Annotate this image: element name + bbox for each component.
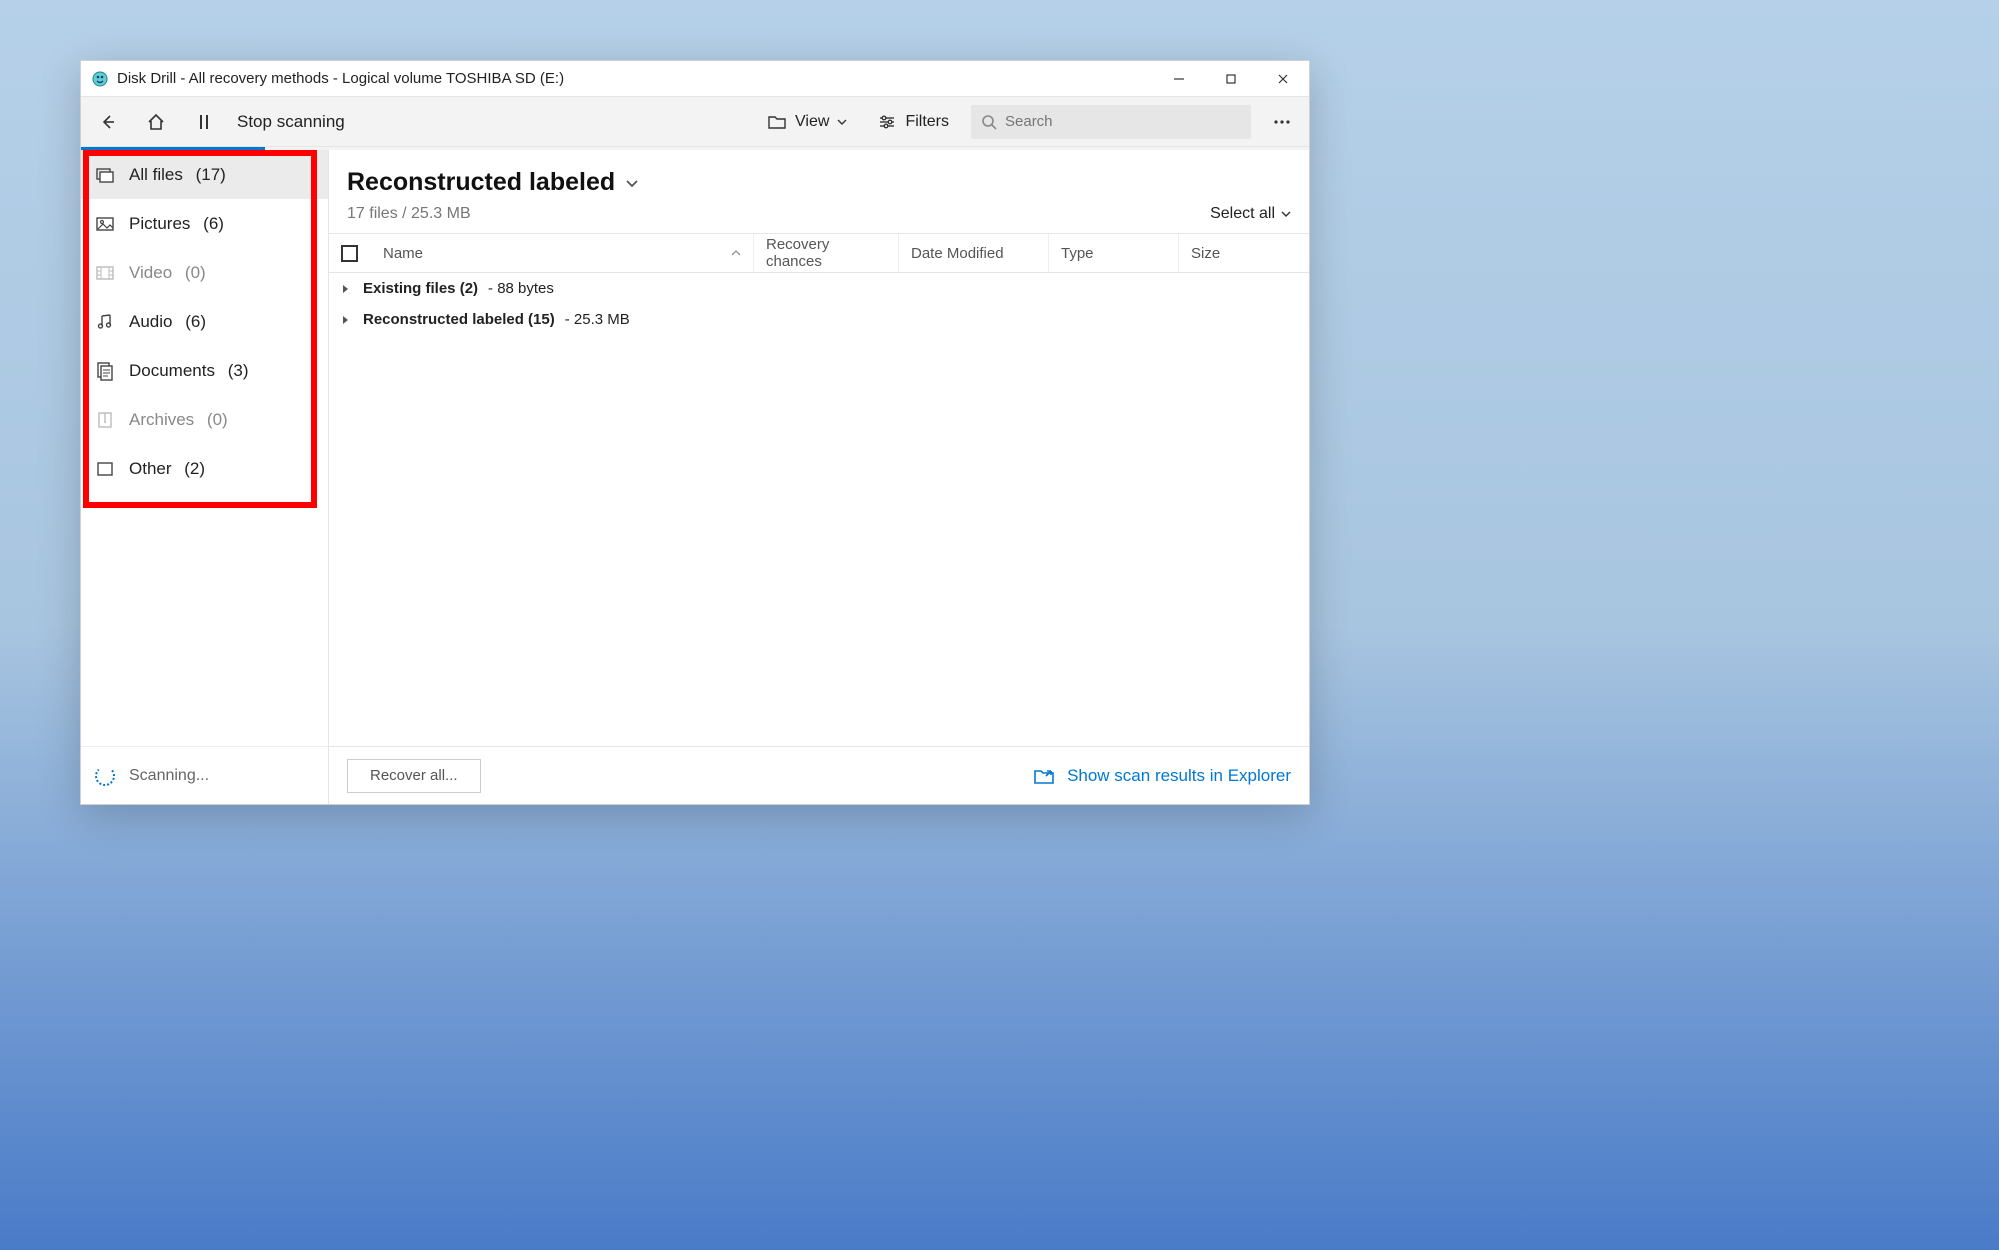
explorer-link-label: Show scan results in Explorer: [1067, 766, 1291, 786]
sidebar: All files (17) Pictures (6) Video (0) Au…: [81, 150, 329, 804]
group-row-reconstructed[interactable]: Reconstructed labeled (15) - 25.3 MB: [329, 304, 1309, 335]
recover-all-button[interactable]: Recover all...: [347, 759, 481, 793]
back-button[interactable]: [91, 105, 125, 139]
minimize-button[interactable]: [1153, 61, 1205, 96]
sidebar-item-count: (0): [185, 263, 206, 283]
sidebar-item-audio[interactable]: Audio (6): [81, 297, 328, 346]
sidebar-item-label: Other: [129, 459, 172, 479]
main-header: Reconstructed labeled 17 files / 25.3 MB…: [329, 150, 1309, 233]
group-row-existing[interactable]: Existing files (2) - 88 bytes: [329, 273, 1309, 304]
sidebar-item-count: (0): [207, 410, 228, 430]
documents-icon: [95, 361, 115, 381]
sidebar-item-label: All files: [129, 165, 183, 185]
maximize-button[interactable]: [1205, 61, 1257, 96]
filters-icon: [877, 113, 897, 131]
sidebar-footer: Scanning...: [81, 746, 328, 804]
view-dropdown[interactable]: View: [759, 109, 855, 135]
expand-icon[interactable]: [337, 314, 353, 326]
files-icon: [95, 165, 115, 185]
other-icon: [95, 459, 115, 479]
app-window: Disk Drill - All recovery methods - Logi…: [80, 60, 1310, 805]
sort-asc-icon: [731, 249, 741, 257]
group-name: Reconstructed labeled (15): [363, 311, 555, 328]
column-recovery-label: Recovery chances: [766, 236, 886, 270]
table-header: Name Recovery chances Date Modified Type…: [329, 233, 1309, 273]
column-recovery[interactable]: Recovery chances: [754, 234, 899, 272]
app-icon: [91, 70, 109, 88]
folder-icon: [767, 113, 787, 131]
spinner-icon: [95, 766, 115, 786]
window-title: Disk Drill - All recovery methods - Logi…: [117, 70, 1153, 87]
select-all-label: Select all: [1210, 205, 1275, 223]
sidebar-item-label: Archives: [129, 410, 194, 430]
column-size[interactable]: Size: [1179, 234, 1309, 272]
main-title-dropdown[interactable]: Reconstructed labeled: [347, 168, 1291, 197]
video-icon: [95, 263, 115, 283]
more-button[interactable]: [1265, 105, 1299, 139]
sidebar-item-count: (17): [196, 165, 226, 185]
window-controls: [1153, 61, 1309, 96]
sidebar-item-all-files[interactable]: All files (17): [81, 150, 328, 199]
group-detail: - 88 bytes: [488, 280, 554, 297]
sidebar-item-pictures[interactable]: Pictures (6): [81, 199, 328, 248]
chevron-down-icon: [625, 178, 639, 188]
search-input[interactable]: [1005, 113, 1241, 130]
column-name-label: Name: [383, 245, 423, 262]
sidebar-item-count: (3): [228, 361, 249, 381]
column-name[interactable]: Name: [371, 234, 754, 272]
sidebar-item-label: Video: [129, 263, 172, 283]
body: All files (17) Pictures (6) Video (0) Au…: [81, 150, 1309, 804]
chevron-down-icon: [837, 118, 847, 126]
sidebar-item-documents[interactable]: Documents (3): [81, 346, 328, 395]
scanning-label: Scanning...: [129, 767, 209, 785]
toolbar: Stop scanning View Filters: [81, 97, 1309, 147]
show-in-explorer-link[interactable]: Show scan results in Explorer: [1033, 766, 1291, 786]
archives-icon: [95, 410, 115, 430]
filters-button[interactable]: Filters: [869, 109, 957, 135]
select-all-checkbox[interactable]: [341, 245, 358, 262]
sidebar-item-count: (6): [203, 214, 224, 234]
stop-scanning-button[interactable]: Stop scanning: [235, 108, 347, 136]
column-date[interactable]: Date Modified: [899, 234, 1049, 272]
main-panel: Reconstructed labeled 17 files / 25.3 MB…: [329, 150, 1309, 804]
search-icon: [981, 114, 997, 130]
titlebar: Disk Drill - All recovery methods - Logi…: [81, 61, 1309, 97]
view-label: View: [795, 113, 829, 131]
group-detail: - 25.3 MB: [565, 311, 630, 328]
sidebar-item-archives[interactable]: Archives (0): [81, 395, 328, 444]
column-type-label: Type: [1061, 245, 1094, 262]
filters-label: Filters: [905, 113, 949, 131]
main-title-text: Reconstructed labeled: [347, 168, 615, 197]
audio-icon: [95, 312, 115, 332]
sidebar-item-label: Audio: [129, 312, 172, 332]
group-name: Existing files (2): [363, 280, 478, 297]
sidebar-item-label: Pictures: [129, 214, 190, 234]
sidebar-item-other[interactable]: Other (2): [81, 444, 328, 493]
column-size-label: Size: [1191, 245, 1220, 262]
sidebar-item-label: Documents: [129, 361, 215, 381]
home-button[interactable]: [139, 105, 173, 139]
footer: Recover all... Show scan results in Expl…: [329, 746, 1309, 804]
column-checkbox[interactable]: [329, 234, 371, 272]
close-button[interactable]: [1257, 61, 1309, 96]
pause-button[interactable]: [187, 105, 221, 139]
column-type[interactable]: Type: [1049, 234, 1179, 272]
expand-icon[interactable]: [337, 283, 353, 295]
sidebar-item-video[interactable]: Video (0): [81, 248, 328, 297]
sidebar-item-count: (2): [184, 459, 205, 479]
pictures-icon: [95, 214, 115, 234]
select-all-button[interactable]: Select all: [1210, 205, 1291, 223]
search-box[interactable]: [971, 105, 1251, 139]
table-body: Existing files (2) - 88 bytes Reconstruc…: [329, 273, 1309, 746]
chevron-down-icon: [1281, 210, 1291, 218]
sidebar-item-count: (6): [185, 312, 206, 332]
main-subtitle: 17 files / 25.3 MB: [347, 205, 471, 223]
column-date-label: Date Modified: [911, 245, 1004, 262]
external-folder-icon: [1033, 766, 1055, 786]
